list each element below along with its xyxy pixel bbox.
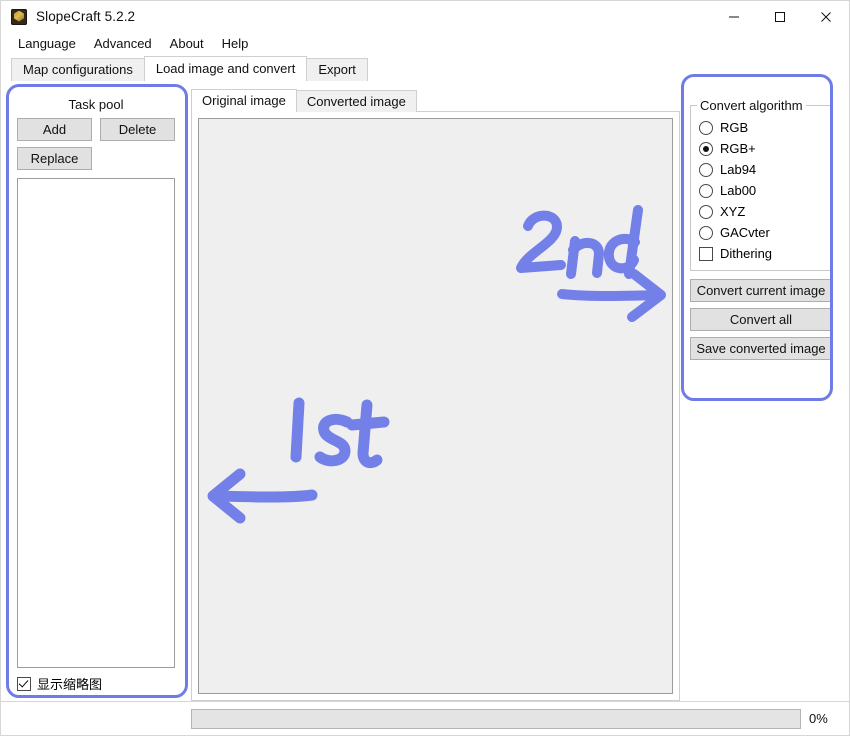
dithering-label: Dithering [720, 246, 773, 261]
radio-label: XYZ [720, 204, 746, 219]
image-tab-bar: Original image Converted image [191, 89, 680, 112]
menu-item-advanced[interactable]: Advanced [85, 34, 161, 53]
tab-original-image[interactable]: Original image [191, 89, 297, 112]
maximize-icon[interactable] [757, 1, 803, 32]
radio-icon [699, 183, 713, 198]
menu-item-language[interactable]: Language [9, 34, 85, 53]
menu-item-help[interactable]: Help [213, 34, 258, 53]
convert-all-button[interactable]: Convert all [690, 308, 832, 331]
progress-percent-label: 0% [809, 711, 828, 726]
title-bar: SlopeCraft 5.2.2 [1, 1, 849, 32]
radio-icon [699, 162, 713, 177]
image-preview-panel: Original image Converted image [182, 89, 680, 701]
window-controls [711, 1, 849, 32]
radio-label: GACvter [720, 225, 770, 240]
task-pool-title: Task pool [68, 97, 124, 112]
close-icon[interactable] [803, 1, 849, 32]
radio-icon [699, 204, 713, 219]
main-tab-bar: Map configurations Load image and conver… [1, 55, 849, 81]
radio-lab94[interactable]: Lab94 [697, 159, 825, 180]
task-pool-list[interactable] [17, 178, 175, 668]
radio-label: RGB+ [720, 141, 756, 156]
show-thumbnail-checkbox[interactable]: 显示缩略图 [17, 674, 175, 695]
save-converted-image-button[interactable]: Save converted image [690, 337, 832, 360]
radio-rgb[interactable]: RGB [697, 117, 825, 138]
convert-algorithm-group: Convert algorithm RGB RGB+ Lab94 Lab00 X… [690, 98, 832, 271]
checkbox-icon [699, 246, 713, 261]
radio-icon [699, 120, 713, 135]
radio-rgb-plus[interactable]: RGB+ [697, 138, 825, 159]
show-thumbnail-label: 显示缩略图 [37, 677, 103, 692]
radio-label: Lab00 [720, 183, 757, 198]
original-image-viewport[interactable] [198, 118, 673, 694]
minimize-icon[interactable] [711, 1, 757, 32]
image-tab-pane [191, 111, 680, 701]
tab-export[interactable]: Export [306, 58, 368, 81]
convert-algorithm-legend: Convert algorithm [700, 98, 803, 113]
radio-label: Lab94 [720, 162, 757, 177]
tab-load-image-and-convert[interactable]: Load image and convert [143, 56, 308, 81]
checkbox-icon [17, 676, 31, 691]
tab-converted-image[interactable]: Converted image [295, 90, 417, 112]
replace-button[interactable]: Replace [17, 147, 92, 170]
radio-xyz[interactable]: XYZ [697, 201, 825, 222]
tab-map-configurations[interactable]: Map configurations [11, 58, 145, 81]
application-window: SlopeCraft 5.2.2 Language Advanced About… [0, 0, 850, 736]
convert-current-image-button[interactable]: Convert current image [690, 279, 832, 302]
status-bar: 0% [1, 701, 849, 735]
dithering-checkbox[interactable]: Dithering [697, 243, 825, 264]
radio-lab00[interactable]: Lab00 [697, 180, 825, 201]
radio-gacvter[interactable]: GACvter [697, 222, 825, 243]
slopecraft-cube-icon [10, 8, 28, 26]
add-button[interactable]: Add [17, 118, 92, 141]
delete-button[interactable]: Delete [100, 118, 175, 141]
tab-content-panel: Task pool Add Delete Replace 显示缩略图 Origi… [1, 80, 849, 701]
menu-item-about[interactable]: About [161, 34, 213, 53]
radio-label: RGB [720, 120, 749, 135]
convert-algorithm-panel: Convert algorithm RGB RGB+ Lab94 Lab00 X… [680, 89, 840, 701]
task-pool-panel: Task pool Add Delete Replace 显示缩略图 [10, 89, 182, 701]
radio-icon [699, 225, 713, 240]
radio-selected-icon [699, 141, 713, 156]
window-title: SlopeCraft 5.2.2 [36, 9, 136, 24]
menu-bar: Language Advanced About Help [1, 32, 849, 55]
progress-bar [191, 708, 801, 729]
task-pool-button-row: Add Delete [17, 118, 175, 141]
